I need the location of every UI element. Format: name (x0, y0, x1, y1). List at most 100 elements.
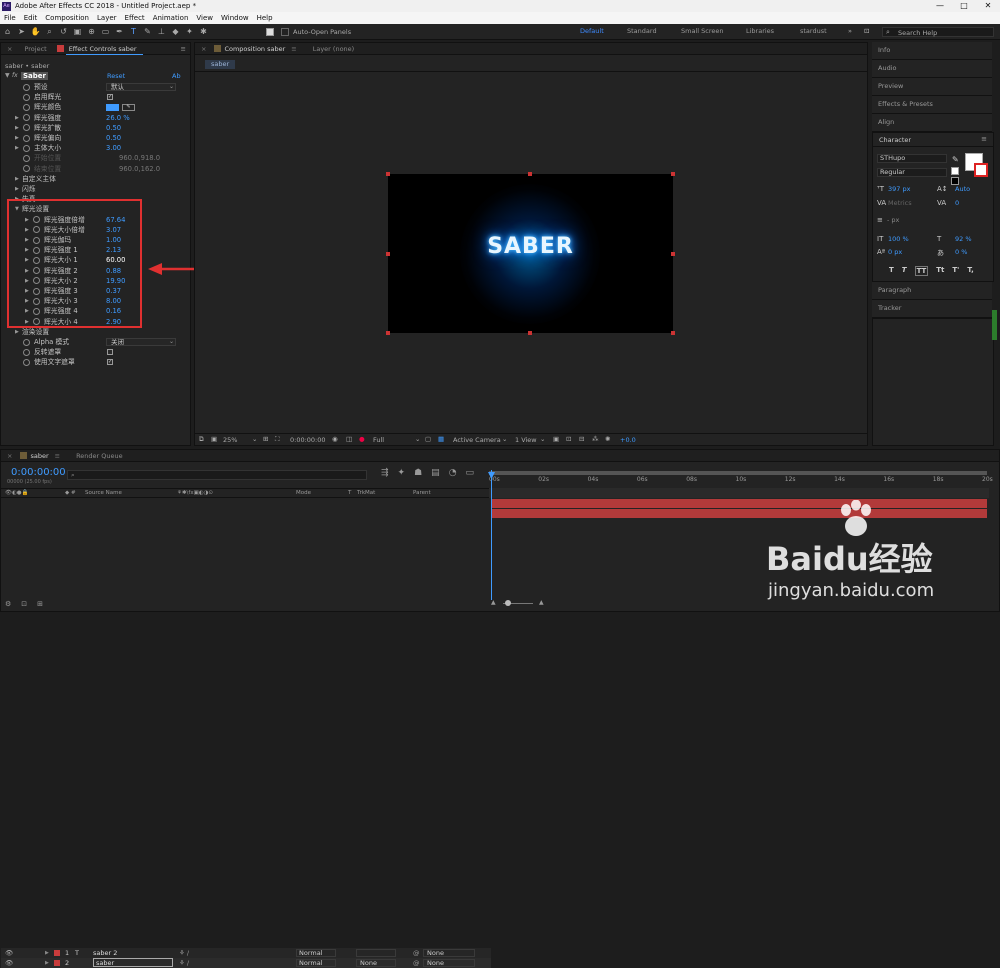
stopwatch-icon[interactable] (23, 103, 30, 111)
panel-preview[interactable]: Preview (872, 78, 992, 96)
layer-row[interactable]: 👁 ▶ 2 saber ⚘ / Normal None @ None (1, 958, 491, 968)
camera-tool-icon[interactable]: ▣ (71, 25, 84, 38)
composition-canvas[interactable]: SABER (388, 174, 673, 333)
eraser-tool-icon[interactable]: ◆ (169, 25, 182, 38)
rectangle-tool-icon[interactable]: ▭ (99, 25, 112, 38)
always-preview-icon[interactable]: ⧉ (199, 435, 204, 444)
faux-italic-button[interactable]: T (902, 266, 907, 276)
panel-tracker[interactable]: Tracker (872, 300, 992, 318)
tab-timeline-saber[interactable]: saber (27, 450, 54, 462)
layer-twirl-icon[interactable]: ▶ (45, 948, 49, 958)
stroke-width-value[interactable]: - px (887, 216, 899, 224)
layer-label-color[interactable] (54, 960, 60, 966)
font-family-dropdown[interactable]: STHupo (877, 154, 947, 163)
layer-name[interactable]: saber 2 (93, 948, 117, 958)
workspace-standard[interactable]: Standard (627, 27, 657, 35)
layer-label-color[interactable] (54, 950, 60, 956)
expand-arrow-icon[interactable]: ▼ (5, 72, 10, 79)
menu-help[interactable]: Help (257, 14, 273, 22)
swatch-black-icon[interactable] (951, 177, 959, 185)
effect-property-row[interactable]: 开始位置 960.0,918.0 (1, 153, 186, 163)
stopwatch-icon[interactable] (23, 93, 30, 101)
channel-icon[interactable]: ● (359, 435, 365, 443)
stopwatch-icon[interactable] (23, 338, 30, 346)
eyedropper-icon[interactable]: ✎ (122, 103, 135, 111)
layer-trkmat-dropdown[interactable]: None (356, 959, 396, 967)
toggle-pixel-icon[interactable]: ▣ (553, 435, 559, 443)
snapshot-icon[interactable]: ◉ (332, 435, 338, 443)
twirl-arrow-icon[interactable]: ▶ (15, 174, 19, 184)
clone-stamp-tool-icon[interactable]: ⊥ (155, 25, 168, 38)
transparency-grid-icon[interactable]: ▦ (438, 435, 444, 443)
swatch-white-icon[interactable] (951, 167, 959, 175)
minimize-icon[interactable]: — (928, 0, 952, 12)
effect-property-row[interactable]: ▶ 辉光偏向 0.50 (1, 133, 186, 143)
effect-property-row[interactable]: 结束位置 960.0,162.0 (1, 164, 186, 174)
layer-switches[interactable]: ⚘ / (179, 948, 189, 958)
search-toggle-icon[interactable]: ⊡ (864, 27, 869, 35)
zoom-in-icon[interactable]: ▲ (539, 599, 544, 606)
panel-resize-handle[interactable] (992, 310, 997, 340)
tab-project[interactable]: Project (18, 43, 52, 55)
layer-twirl-icon[interactable]: ▶ (45, 958, 49, 968)
menu-window[interactable]: Window (221, 14, 249, 22)
comp-tab-menu-icon[interactable]: ≡ (291, 45, 296, 53)
maximize-icon[interactable]: □ (952, 0, 976, 12)
tab-render-queue[interactable]: Render Queue (70, 450, 129, 462)
source-name-header[interactable]: Source Name (85, 489, 122, 498)
effect-property-row[interactable]: 反转遮罩 (1, 347, 186, 357)
comp-subtab[interactable]: saber (205, 60, 236, 69)
glow-color-swatch[interactable] (106, 103, 119, 111)
font-size-value[interactable]: 397 px (888, 185, 910, 193)
tsume-value[interactable]: 0 % (955, 248, 967, 256)
property-dropdown[interactable]: 默认 (106, 82, 176, 92)
effect-property-row[interactable]: ▶ 辉光扩散 0.50 (1, 123, 186, 133)
twirl-arrow-icon[interactable]: ▶ (15, 113, 19, 123)
parent-pickwhip-icon[interactable]: @ (413, 958, 420, 968)
stroke-color-swatch[interactable] (974, 163, 988, 177)
comp-mini-flowchart-icon[interactable]: ⇶ (381, 468, 389, 478)
exposure-reset-icon[interactable]: ✺ (605, 435, 610, 443)
fast-preview-icon[interactable]: ⊡ (566, 435, 571, 443)
roi-icon[interactable]: ▢ (425, 435, 431, 443)
stopwatch-icon[interactable] (23, 165, 30, 173)
property-checkbox[interactable] (107, 348, 113, 355)
view-layout-dropdown[interactable]: 1 View (515, 436, 537, 444)
comp-text-layer[interactable]: SABER (388, 234, 673, 259)
tab-effect-controls[interactable]: Effect Controls saber (65, 43, 143, 55)
eyedropper-icon[interactable]: ✎ (952, 155, 959, 164)
home-icon[interactable]: ⌂ (1, 25, 14, 38)
stopwatch-icon[interactable] (23, 358, 30, 366)
vertical-scale-value[interactable]: 100 % (888, 235, 909, 243)
graph-editor-icon[interactable]: ▭ (466, 468, 475, 478)
kerning-value[interactable]: Metrics (888, 199, 912, 207)
grid-icon[interactable]: ⊞ (263, 435, 268, 443)
visibility-eye-icon[interactable]: 👁 (5, 948, 13, 958)
visibility-eye-icon[interactable]: 👁 (5, 958, 13, 968)
effect-property-row[interactable]: ▶ 主体大小 3.00 (1, 143, 186, 153)
layer-trkmat-dropdown[interactable] (356, 949, 396, 957)
stopwatch-icon[interactable] (23, 144, 30, 152)
tab-composition[interactable]: Composition saber (221, 43, 291, 55)
horizontal-scale-value[interactable]: 92 % (955, 235, 972, 243)
workspace-default[interactable]: Default (580, 27, 604, 35)
camera-dropdown[interactable]: Active Camera (453, 436, 501, 444)
flowchart-icon[interactable]: ⁂ (592, 435, 599, 443)
resolution-dropdown[interactable]: Full (373, 436, 384, 444)
workspace-overflow-icon[interactable]: » (848, 27, 852, 35)
shy-layers-icon[interactable]: ☗ (414, 468, 422, 478)
layer-name[interactable]: saber (93, 958, 173, 967)
twirl-arrow-icon[interactable]: ▶ (15, 143, 19, 153)
faux-bold-button[interactable]: T (889, 266, 894, 276)
effect-property-row[interactable]: 启用辉光 ✓ (1, 92, 186, 102)
twirl-arrow-icon[interactable]: ▶ (15, 123, 19, 133)
draft-3d-icon[interactable]: ✦ (398, 468, 406, 478)
zoom-dropdown[interactable]: 25% (223, 436, 237, 444)
reset-link[interactable]: Reset (107, 72, 125, 80)
property-value[interactable]: 960.0,918.0 (119, 153, 160, 163)
frame-blending-icon[interactable]: ▤ (431, 468, 440, 478)
camera-chevron-icon[interactable]: ⌄ (502, 435, 507, 443)
effect-property-row[interactable]: 使用文字遮罩 ✓ (1, 357, 186, 367)
property-dropdown[interactable]: 关闭 (106, 337, 176, 347)
timeline-tab-menu-icon[interactable]: ≡ (55, 452, 60, 460)
